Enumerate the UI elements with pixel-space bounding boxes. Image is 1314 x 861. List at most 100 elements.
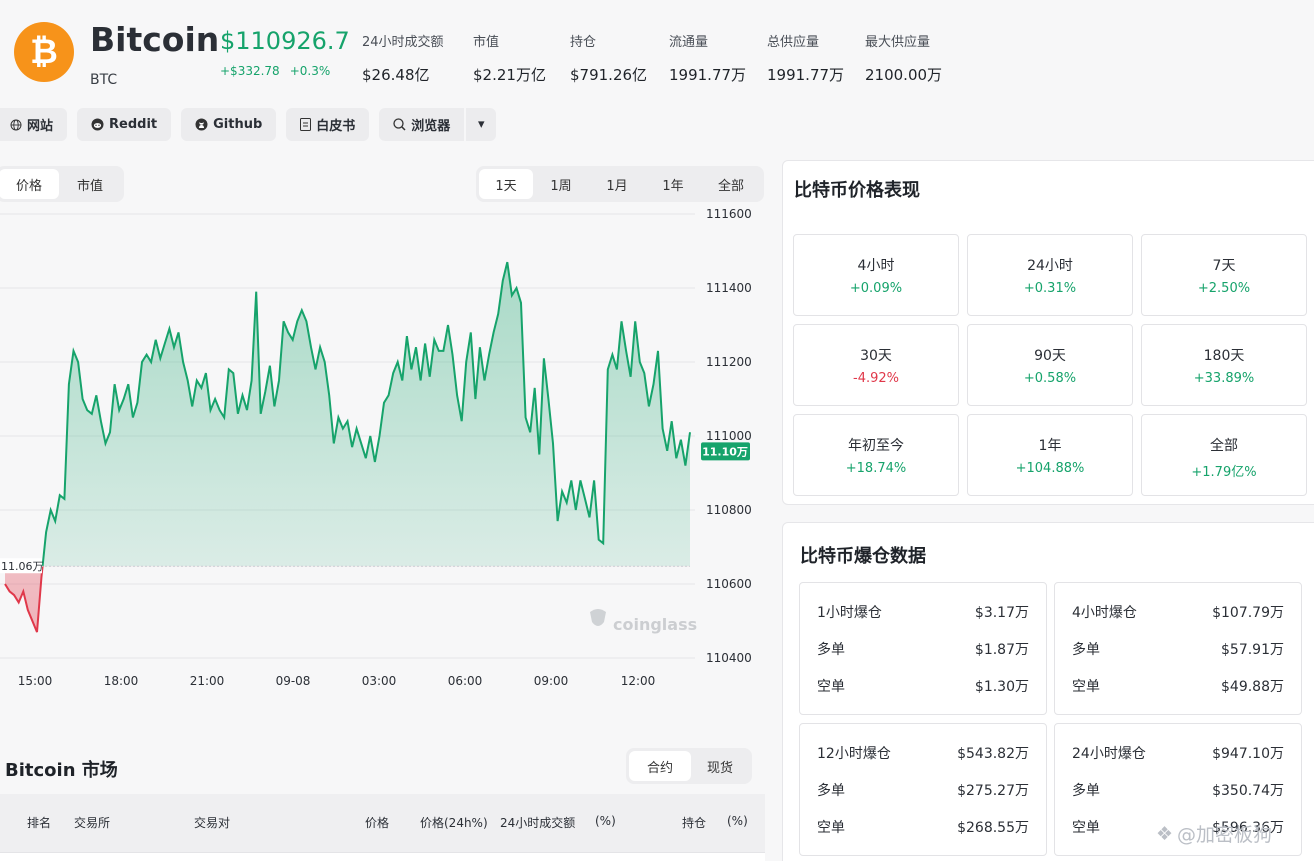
performance-period: 年初至今	[848, 438, 904, 454]
stat-label: 持仓	[570, 35, 597, 50]
performance-value: +18.74%	[845, 461, 907, 476]
market-tabs: 合约 现货	[626, 748, 752, 784]
col-volume-pct[interactable]: (%)	[595, 814, 616, 828]
globe-icon	[10, 119, 22, 130]
performance-period: 全部	[1210, 438, 1238, 454]
tab-range-1y[interactable]: 1年	[645, 169, 701, 199]
liq-total: $3.17万	[974, 605, 1029, 621]
col-exchange[interactable]: 交易所	[74, 814, 110, 831]
reddit-icon	[91, 118, 104, 131]
stat-value: $791.26亿	[570, 66, 648, 84]
col-volume-24h[interactable]: 24小时成交额	[500, 814, 575, 831]
performance-value: +0.58%	[1023, 371, 1077, 386]
performance-card: 全部 +1.79亿%	[1141, 414, 1307, 496]
stat-volume: 24小时成交额 $26.48亿	[362, 31, 444, 85]
col-price-24h[interactable]: 价格(24h%)	[420, 814, 488, 831]
performance-value: -4.92%	[853, 371, 899, 386]
performance-value: +33.89%	[1193, 371, 1255, 386]
liq-long-row: 多单 $275.27万	[817, 780, 1029, 800]
liq-long-row: 多单 $1.87万	[817, 639, 1029, 659]
performance-card: 4小时 +0.09%	[793, 234, 959, 316]
liq-short-label: 空单	[1072, 679, 1100, 695]
github-icon	[195, 118, 208, 131]
tab-spot[interactable]: 现货	[691, 751, 749, 781]
liq-short-row: 空单 $49.88万	[1072, 676, 1284, 696]
current-price-label: 11.10万	[702, 445, 748, 458]
change-pct: +0.3%	[289, 64, 331, 78]
performance-value: +0.09%	[849, 281, 903, 296]
liquidation-card: 4小时爆仓 $107.79万 多单 $57.91万 空单 $49.88万	[1054, 582, 1302, 715]
x-tick-label: 06:00	[448, 674, 483, 688]
y-tick-label: 110600	[706, 577, 752, 591]
x-tick-label: 15:00	[18, 674, 53, 688]
price-chart[interactable]: 111600 111400 111200 111000 110800 110600 1104…	[0, 200, 770, 700]
performance-value: +104.88%	[1015, 461, 1085, 476]
liquidation-title: 比特币爆仓数据	[800, 546, 926, 567]
liq-long-label: 多单	[1072, 642, 1100, 658]
performance-card: 90天 +0.58%	[967, 324, 1133, 406]
chart-type-tabs: 价格 市值	[0, 166, 124, 202]
coin-name: Bitcoin	[90, 20, 220, 59]
liq-long-row: 多单 $350.74万	[1072, 780, 1284, 800]
baseline-label: 11.06万	[1, 560, 44, 573]
github-label: Github	[213, 117, 263, 132]
col-rank[interactable]: 排名	[27, 814, 51, 831]
github-button[interactable]: Github	[181, 108, 277, 141]
liq-period: 1小时爆仓	[817, 605, 882, 621]
col-price[interactable]: 价格	[365, 814, 389, 831]
x-tick-label: 12:00	[621, 674, 656, 688]
liquidation-card: 12小时爆仓 $543.82万 多单 $275.27万 空单 $268.55万	[799, 723, 1047, 856]
explorer-label: 浏览器	[411, 119, 451, 134]
tab-range-1m[interactable]: 1月	[589, 169, 645, 199]
reddit-button[interactable]: Reddit	[77, 108, 172, 141]
liq-long-value: $1.87万	[974, 642, 1029, 658]
coin-change: +$332.78 +0.3%	[220, 64, 330, 78]
bitcoin-glyph: ₿	[30, 32, 58, 72]
explorer-dropdown-button[interactable]: ▾	[466, 108, 497, 141]
liq-short-label: 空单	[1072, 820, 1100, 836]
website-button[interactable]: 网站	[0, 108, 68, 141]
reddit-label: Reddit	[109, 117, 158, 132]
performance-card: 7天 +2.50%	[1141, 234, 1307, 316]
stat-max-supply: 最大供应量 2100.00万	[865, 31, 942, 85]
y-tick-label: 110400	[706, 651, 752, 665]
table-row	[0, 852, 765, 861]
tab-futures[interactable]: 合约	[629, 751, 691, 781]
y-tick-label: 111000	[706, 429, 752, 443]
performance-card: 30天 -4.92%	[793, 324, 959, 406]
liq-short-value: $1.30万	[974, 679, 1029, 695]
performance-period: 30天	[860, 348, 892, 364]
bitcoin-logo-icon: ₿	[14, 22, 74, 82]
whitepaper-button[interactable]: 白皮书	[286, 108, 370, 141]
tab-range-all[interactable]: 全部	[701, 169, 761, 199]
area-fill-up	[42, 262, 690, 567]
whitepaper-label: 白皮书	[316, 119, 356, 134]
tab-range-1d[interactable]: 1天	[479, 169, 533, 199]
coin-price: $110926.7	[220, 27, 350, 55]
col-open-interest[interactable]: 持仓	[682, 814, 706, 831]
performance-title: 比特币价格表现	[794, 180, 920, 201]
watermark: ❖ @加密板狗	[1156, 820, 1272, 847]
stat-value: $26.48亿	[362, 66, 430, 84]
tab-price[interactable]: 价格	[0, 169, 59, 199]
x-tick-label: 09:00	[534, 674, 569, 688]
col-pair[interactable]: 交易对	[194, 814, 230, 831]
col-oi-pct[interactable]: (%)	[727, 814, 748, 828]
liq-short-row: 空单 $268.55万	[817, 817, 1029, 837]
explorer-button[interactable]: 浏览器	[379, 108, 465, 141]
performance-card: 24小时 +0.31%	[967, 234, 1133, 316]
range-tabs: 1天 1周 1月 1年 全部	[476, 166, 764, 202]
market-table-header: 排名 交易所 交易对 价格 价格(24h%) 24小时成交额 (%) 持仓 (%…	[0, 794, 765, 852]
stat-market-cap: 市值 $2.21万亿	[473, 31, 546, 85]
performance-period: 7天	[1212, 258, 1236, 274]
x-tick-label: 03:00	[362, 674, 397, 688]
performance-period: 90天	[1034, 348, 1066, 364]
performance-period: 24小时	[1027, 258, 1073, 274]
liq-total-row: 4小时爆仓 $107.79万	[1072, 602, 1284, 622]
tab-market-cap[interactable]: 市值	[59, 169, 121, 199]
liq-total: $543.82万	[957, 746, 1029, 762]
stat-total-supply: 总供应量 1991.77万	[767, 31, 844, 85]
tab-range-1w[interactable]: 1周	[533, 169, 589, 199]
link-bar: 网站 Reddit Github 白皮书 浏览器 ▾	[0, 108, 497, 141]
watermark-text: @加密板狗	[1177, 824, 1273, 846]
